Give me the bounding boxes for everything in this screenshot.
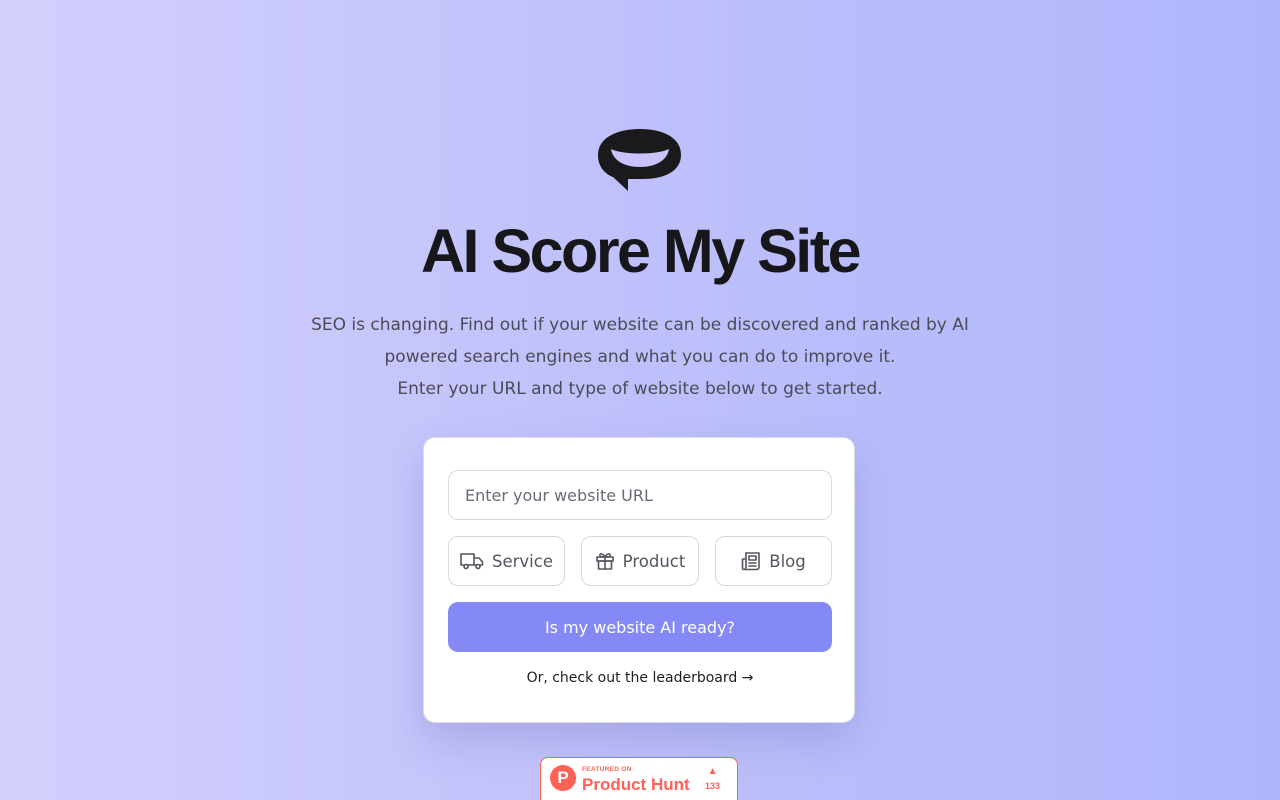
product-type-button[interactable]: Product (581, 536, 699, 586)
product-type-label: Product (622, 551, 686, 571)
check-ai-ready-button[interactable]: Is my website AI ready? (448, 602, 832, 652)
product-hunt-name: Product Hunt (582, 774, 690, 794)
product-hunt-votes: ▲ 133 (705, 766, 721, 792)
service-type-button[interactable]: Service (448, 536, 565, 586)
product-hunt-featured-label: FEATURED ON (582, 766, 632, 773)
service-type-label: Service (492, 551, 553, 571)
gift-icon (595, 551, 615, 571)
hero-description: SEO is changing. Find out if your websit… (290, 309, 990, 405)
product-hunt-badge[interactable]: P FEATURED ON Product Hunt ▲ 133 (540, 757, 738, 800)
description-line-1: SEO is changing. Find out if your websit… (311, 315, 969, 367)
speech-bubble-logo-icon (597, 127, 683, 193)
website-url-input[interactable] (448, 470, 832, 520)
page-title: AI Score My Site (421, 217, 862, 285)
product-hunt-vote-count: 133 (705, 781, 721, 791)
triangle-up-icon: ▲ (707, 766, 718, 777)
product-hunt-logo-icon: P (550, 765, 576, 791)
product-hunt-text: FEATURED ON Product Hunt (582, 765, 690, 794)
truck-icon (460, 551, 484, 571)
blog-type-label: Blog (769, 551, 806, 571)
newspaper-icon (741, 551, 761, 571)
analysis-form-card: Service Product Blog Is my website AI re… (423, 437, 855, 723)
description-line-2: Enter your URL and type of website below… (397, 379, 883, 399)
blog-type-button[interactable]: Blog (715, 536, 832, 586)
leaderboard-link[interactable]: Or, check out the leaderboard → (424, 670, 856, 686)
